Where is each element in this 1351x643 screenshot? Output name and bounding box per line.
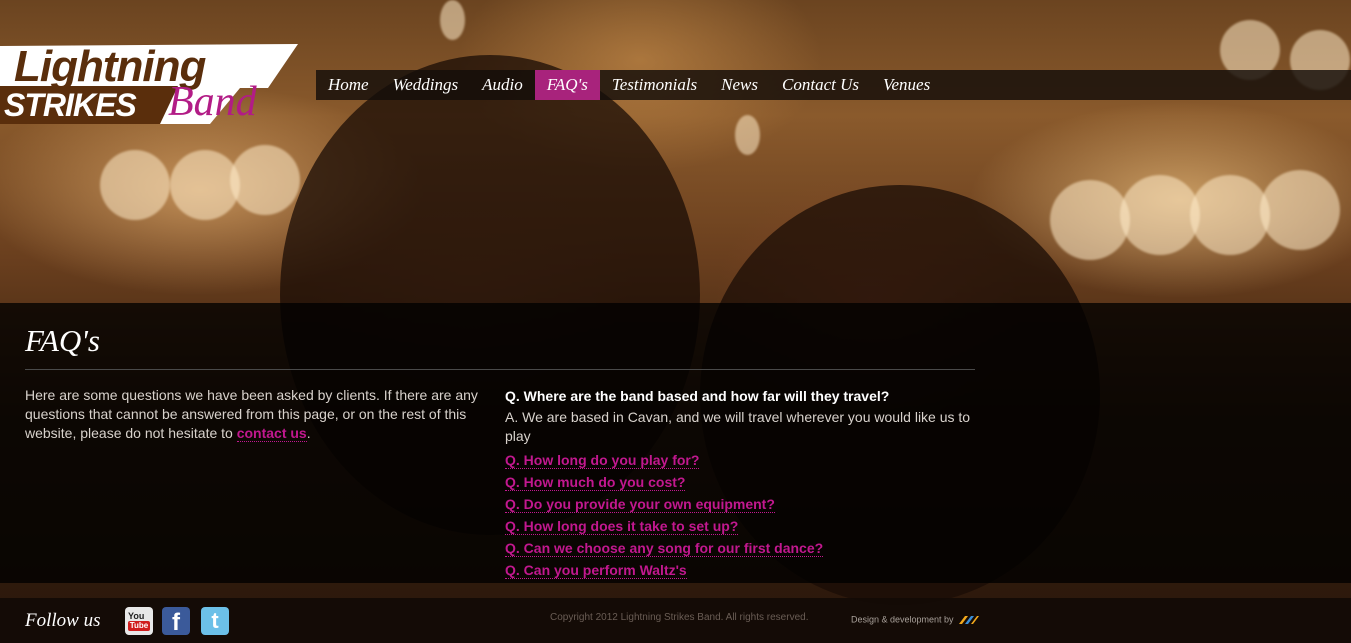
faq-question-link[interactable]: Q. How long do you play for? <box>505 452 700 469</box>
faq-open-question[interactable]: Q. Where are the band based and how far … <box>505 387 975 406</box>
nav-faqs[interactable]: FAQ's <box>534 70 600 100</box>
site-footer: Follow us You Tube f t Copyright 2012 Li… <box>0 598 1351 643</box>
nav-weddings[interactable]: Weddings <box>381 70 471 100</box>
intro-end: . <box>306 425 311 441</box>
logo-text-band: Band <box>168 79 257 125</box>
page-title: FAQ's <box>25 323 100 358</box>
faq-item: Q. How long does it take to set up? <box>505 515 975 537</box>
faq-question-link[interactable]: Q. Can we choose any song for our first … <box>505 540 824 557</box>
faq-questions: Q. How long do you play for? Q. How much… <box>505 449 975 581</box>
youtube-text-tube: Tube <box>128 621 150 631</box>
site-logo[interactable]: Lightning STRIKES Band <box>0 44 300 128</box>
nav-testimonials[interactable]: Testimonials <box>600 70 709 100</box>
nav-contact-us[interactable]: Contact Us <box>770 70 871 100</box>
youtube-icon[interactable]: You Tube <box>125 607 153 635</box>
title-divider <box>25 369 975 370</box>
facebook-icon[interactable]: f <box>162 607 190 636</box>
faq-open-answer: A. We are based in Cavan, and we will tr… <box>505 409 971 444</box>
nav-home[interactable]: Home <box>316 70 381 100</box>
faq-question-link[interactable]: Q. How long does it take to set up? <box>505 518 739 535</box>
faq-content-panel: FAQ's Here are some questions we have be… <box>0 303 1351 583</box>
nav-audio[interactable]: Audio <box>470 70 535 100</box>
faq-question-link[interactable]: Q. Can you perform Waltz's <box>505 562 687 579</box>
faq-item: Q. How much do you cost? <box>505 471 975 493</box>
copyright-text: Copyright 2012 Lightning Strikes Band. A… <box>550 612 809 623</box>
contact-us-link[interactable]: contact us <box>236 425 307 442</box>
faq-item: Q. Can you perform Waltz's <box>505 559 975 581</box>
nav-news[interactable]: News <box>709 70 770 100</box>
faq-item: Q. How long do you play for? <box>505 449 975 471</box>
developer-logo-icon <box>959 616 980 624</box>
logo-text-strikes: STRIKES <box>4 87 137 123</box>
faq-question-link[interactable]: Q. Do you provide your own equipment? <box>505 496 775 513</box>
follow-us-label: Follow us <box>25 610 101 631</box>
design-credits[interactable]: Design & development by <box>851 614 980 626</box>
main-navigation: Home Weddings Audio FAQ's Testimonials N… <box>316 70 1351 100</box>
credits-text: Design & development by <box>851 614 954 625</box>
faq-item: Q. Do you provide your own equipment? <box>505 493 975 515</box>
intro-paragraph: Here are some questions we have been ask… <box>25 386 485 443</box>
faq-question-link[interactable]: Q. How much do you cost? <box>505 474 686 491</box>
youtube-text-you: You <box>128 611 145 621</box>
twitter-icon[interactable]: t <box>201 607 229 635</box>
faq-list-container: Q. Where are the band based and how far … <box>505 387 975 581</box>
nav-venues[interactable]: Venues <box>871 70 942 100</box>
faq-item: Q. Can we choose any song for our first … <box>505 537 975 559</box>
